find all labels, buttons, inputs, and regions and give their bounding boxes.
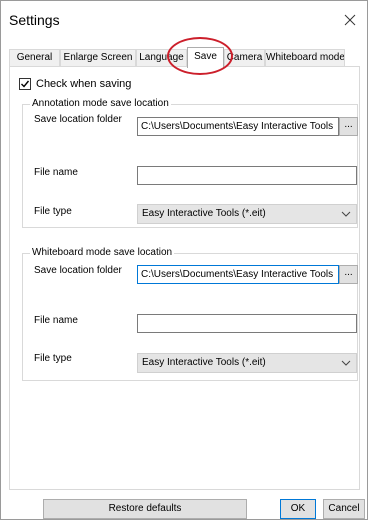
whiteboard-file-name-input[interactable] — [137, 314, 357, 333]
chevron-down-icon — [341, 211, 351, 217]
window-title: Settings — [9, 12, 60, 28]
annotation-folder-input[interactable]: C:\Users\Documents\Easy Interactive Tool… — [137, 117, 339, 136]
annotation-file-type-label: File type — [34, 206, 72, 217]
tab-general[interactable]: General — [9, 49, 60, 67]
close-button[interactable] — [337, 7, 363, 33]
close-icon — [344, 14, 356, 26]
whiteboard-file-type-select[interactable]: Easy Interactive Tools (*.eit) — [137, 353, 357, 373]
annotation-file-name-input[interactable] — [137, 166, 357, 185]
annotation-file-type-value: Easy Interactive Tools (*.eit) — [142, 208, 266, 219]
tab-enlarge-screen[interactable]: Enlarge Screen — [60, 49, 136, 67]
tab-strip: General Enlarge Screen Language Save Cam… — [9, 47, 359, 68]
settings-window: Settings General Enlarge Screen Language… — [0, 0, 368, 520]
ok-button[interactable]: OK — [280, 499, 316, 519]
annotation-browse-button[interactable]: ... — [339, 117, 358, 136]
whiteboard-file-type-value: Easy Interactive Tools (*.eit) — [142, 357, 266, 368]
whiteboard-file-name-label: File name — [34, 315, 78, 326]
checkmark-icon — [21, 80, 30, 88]
tab-camera[interactable]: Camera — [224, 49, 265, 67]
title-bar: Settings — [1, 1, 367, 39]
annotation-group-legend: Annotation mode save location — [30, 98, 171, 109]
whiteboard-folder-label: Save location folder — [34, 265, 122, 276]
tab-save[interactable]: Save — [187, 47, 224, 68]
annotation-folder-label: Save location folder — [34, 114, 122, 125]
whiteboard-group-legend: Whiteboard mode save location — [30, 247, 175, 258]
annotation-file-type-select[interactable]: Easy Interactive Tools (*.eit) — [137, 204, 357, 224]
annotation-file-name-label: File name — [34, 167, 78, 178]
chevron-down-icon — [341, 360, 351, 366]
whiteboard-browse-button[interactable]: ... — [339, 265, 358, 284]
whiteboard-folder-input[interactable]: C:\Users\Documents\Easy Interactive Tool… — [137, 265, 339, 284]
whiteboard-file-type-label: File type — [34, 353, 72, 364]
tab-language[interactable]: Language — [136, 49, 187, 67]
check-when-saving-checkbox[interactable] — [19, 78, 31, 90]
restore-defaults-button[interactable]: Restore defaults — [43, 499, 247, 519]
check-when-saving-row: Check when saving — [19, 77, 131, 91]
check-when-saving-label: Check when saving — [36, 78, 132, 90]
cancel-button[interactable]: Cancel — [323, 499, 365, 519]
tab-whiteboard-mode[interactable]: Whiteboard mode — [265, 49, 345, 67]
